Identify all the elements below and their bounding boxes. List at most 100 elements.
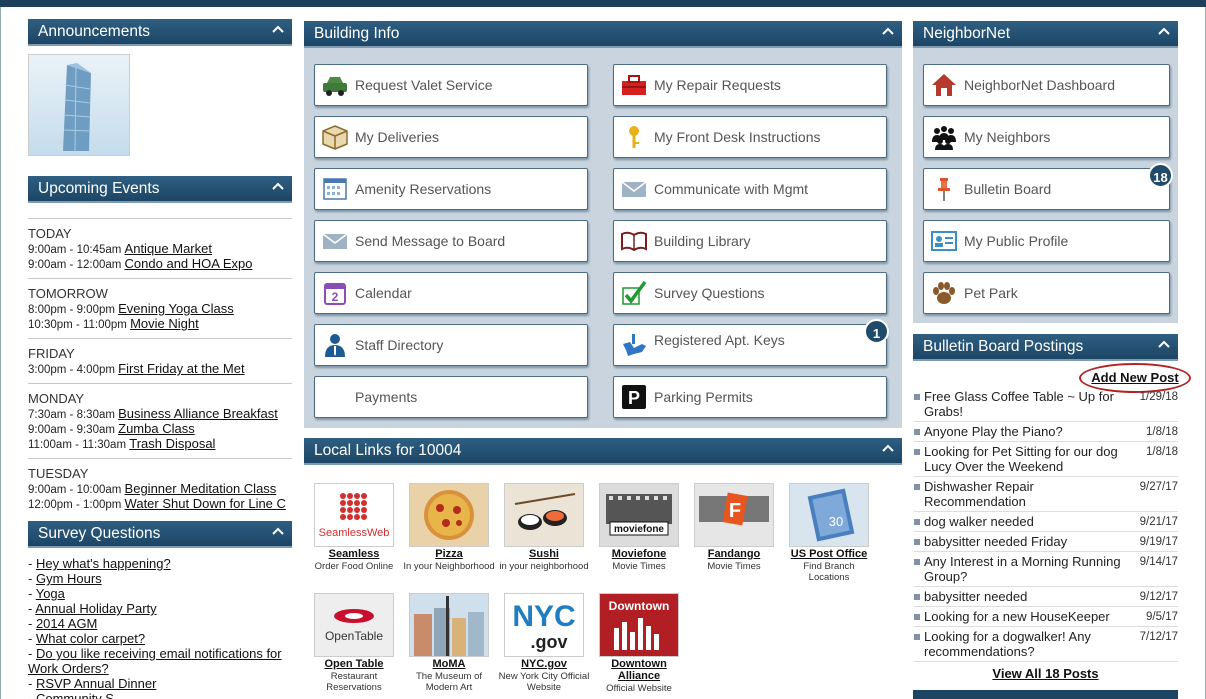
sushi-image[interactable]	[504, 483, 584, 547]
bulletin-postings-header[interactable]: Bulletin Board Postings	[913, 334, 1178, 361]
tile-my-repair-requests[interactable]: My Repair Requests	[613, 64, 887, 106]
survey-link[interactable]: Do you like receiving email notification…	[28, 646, 282, 676]
survey-link[interactable]: Gym Hours	[36, 571, 102, 586]
posting-title[interactable]: Anyone Play the Piano?	[924, 424, 1124, 439]
chevron-up-icon[interactable]	[1157, 337, 1171, 351]
local-link-title[interactable]: Sushi	[497, 548, 591, 560]
local-links-header[interactable]: Local Links for 10004	[304, 438, 902, 465]
survey-link[interactable]: Hey what's happening?	[36, 556, 171, 571]
local-link-title[interactable]: Open Table	[307, 658, 401, 670]
posting-row[interactable]: Any Interest in a Morning Running Group?…	[914, 554, 1178, 587]
posting-title[interactable]: Dishwasher Repair Recommendation	[924, 479, 1124, 509]
moma-image[interactable]	[409, 593, 489, 657]
tile-my-deliveries[interactable]: My Deliveries	[314, 116, 588, 158]
tile-communicate-with-mgmt[interactable]: Communicate with Mgmt	[613, 168, 887, 210]
event-link[interactable]: Water Shut Down for Line C	[125, 496, 286, 511]
local-link-title[interactable]: Fandango	[687, 548, 781, 560]
posting-title[interactable]: babysitter needed Friday	[924, 534, 1124, 549]
posting-title[interactable]: Looking for Pet Sitting for our dog Lucy…	[924, 444, 1124, 474]
view-all-posts-link[interactable]: View All 18 Posts	[913, 666, 1178, 681]
tile-building-library[interactable]: Building Library	[613, 220, 887, 262]
posting-row[interactable]: Anyone Play the Piano? 1/8/18	[914, 424, 1178, 442]
survey-questions-header[interactable]: Survey Questions	[28, 521, 292, 548]
tile-survey-questions[interactable]: Survey Questions	[613, 272, 887, 314]
tile-send-message-to-board[interactable]: Send Message to Board	[314, 220, 588, 262]
posting-row[interactable]: Looking for a dogwalker! Any recommendat…	[914, 629, 1178, 662]
tile-my-public-profile[interactable]: My Public Profile	[923, 220, 1170, 262]
local-link-desc: in your neighborhood	[499, 561, 589, 572]
survey-link[interactable]: RSVP Annual Dinner	[36, 676, 156, 691]
local-link-title[interactable]: Downtown Alliance	[592, 658, 686, 682]
local-link-title[interactable]: Moviefone	[592, 548, 686, 560]
local-link-title[interactable]: NYC.gov	[497, 658, 591, 670]
announcements-header[interactable]: Announcements	[28, 19, 292, 46]
posting-title[interactable]: babysitter needed	[924, 589, 1124, 604]
event-link[interactable]: Beginner Meditation Class	[125, 481, 277, 496]
tile-pet-park[interactable]: Pet Park	[923, 272, 1170, 314]
local-link-title[interactable]: Pizza	[402, 548, 496, 560]
house-icon	[932, 74, 956, 96]
survey-link[interactable]: What color carpet?	[36, 631, 145, 646]
posting-title[interactable]: Looking for a new HouseKeeper	[924, 609, 1124, 624]
event-link[interactable]: Business Alliance Breakfast	[118, 406, 278, 421]
event-link[interactable]: Trash Disposal	[129, 436, 215, 451]
posting-date: 9/5/17	[1146, 611, 1178, 623]
tile-bulletin-board[interactable]: Bulletin Board	[923, 168, 1170, 210]
chevron-up-icon[interactable]	[271, 179, 285, 193]
event-link[interactable]: Antique Market	[125, 241, 212, 256]
event-item: 10:30pm - 11:00pm Movie Night	[28, 316, 199, 331]
survey-link[interactable]: 2014 AGM	[36, 616, 97, 631]
tile-staff-directory[interactable]: Staff Directory	[314, 324, 588, 366]
keys-count-badge: 1	[864, 319, 889, 344]
posting-title[interactable]: Free Glass Coffee Table ~ Up for Grabs!	[924, 389, 1124, 419]
nyc-gov-logo[interactable]: NYC .gov	[504, 593, 584, 657]
posting-title[interactable]: Looking for a dogwalker! Any recommendat…	[924, 629, 1124, 659]
posting-row[interactable]: Free Glass Coffee Table ~ Up for Grabs! 1…	[914, 389, 1178, 422]
survey-link[interactable]: Yoga	[36, 586, 65, 601]
posting-row[interactable]: Looking for a new HouseKeeper 9/5/17	[914, 609, 1178, 627]
posting-row[interactable]: Looking for Pet Sitting for our dog Lucy…	[914, 444, 1178, 477]
posting-title[interactable]: Any Interest in a Morning Running Group?	[924, 554, 1124, 584]
seamless-logo[interactable]: SeamlessWeb	[314, 483, 394, 547]
posting-row[interactable]: babysitter needed Friday 9/19/17	[914, 534, 1178, 552]
building-info-header[interactable]: Building Info	[304, 21, 902, 48]
tile-request-valet-service[interactable]: Request Valet Service	[314, 64, 588, 106]
chevron-up-icon[interactable]	[881, 441, 895, 455]
chevron-up-icon[interactable]	[1157, 24, 1171, 38]
local-link-title[interactable]: US Post Office	[782, 548, 876, 560]
event-link[interactable]: Condo and HOA Expo	[125, 256, 253, 271]
bullet-icon	[914, 394, 920, 400]
tile-my-neighbors[interactable]: My Neighbors	[923, 116, 1170, 158]
tile-parking-permits[interactable]: P Parking Permits	[613, 376, 887, 418]
chevron-up-icon[interactable]	[881, 24, 895, 38]
tile-my-front-desk-instructions[interactable]: My Front Desk Instructions	[613, 116, 887, 158]
downtown-alliance-logo[interactable]: Downtown	[599, 593, 679, 657]
tile-calendar[interactable]: 2 Calendar	[314, 272, 588, 314]
local-link-title[interactable]: Seamless	[307, 548, 401, 560]
event-link[interactable]: Zumba Class	[118, 421, 195, 436]
tile-payments[interactable]: Payments	[314, 376, 588, 418]
upcoming-events-header[interactable]: Upcoming Events	[28, 176, 292, 203]
survey-link[interactable]: Annual Holiday Party	[35, 601, 156, 616]
opentable-logo[interactable]: OpenTable	[314, 593, 394, 657]
chevron-up-icon[interactable]	[271, 22, 285, 36]
local-link-title[interactable]: MoMA	[402, 658, 496, 670]
fandango-logo[interactable]: F	[694, 483, 774, 547]
us-post-office-logo[interactable]: 30	[789, 483, 869, 547]
event-link[interactable]: Movie Night	[130, 316, 199, 331]
chevron-up-icon[interactable]	[271, 524, 285, 538]
neighbornet-header[interactable]: NeighborNet	[913, 21, 1178, 48]
tile-registered-apt-keys[interactable]: Registered Apt. Keys	[613, 324, 887, 366]
posting-row[interactable]: dog walker needed 9/21/17	[914, 514, 1178, 532]
survey-link[interactable]: Community S...	[36, 691, 125, 699]
event-link[interactable]: Evening Yoga Class	[118, 301, 234, 316]
pizza-image[interactable]	[409, 483, 489, 547]
tile-amenity-reservations[interactable]: Amenity Reservations	[314, 168, 588, 210]
tile-neighbornet-dashboard[interactable]: NeighborNet Dashboard	[923, 64, 1170, 106]
posting-title[interactable]: dog walker needed	[924, 514, 1124, 529]
moviefone-logo[interactable]: moviefone	[599, 483, 679, 547]
posting-row[interactable]: babysitter needed 9/12/17	[914, 589, 1178, 607]
event-time: 9:00am - 10:00am	[28, 484, 122, 496]
posting-row[interactable]: Dishwasher Repair Recommendation 9/27/17	[914, 479, 1178, 512]
event-link[interactable]: First Friday at the Met	[118, 361, 244, 376]
